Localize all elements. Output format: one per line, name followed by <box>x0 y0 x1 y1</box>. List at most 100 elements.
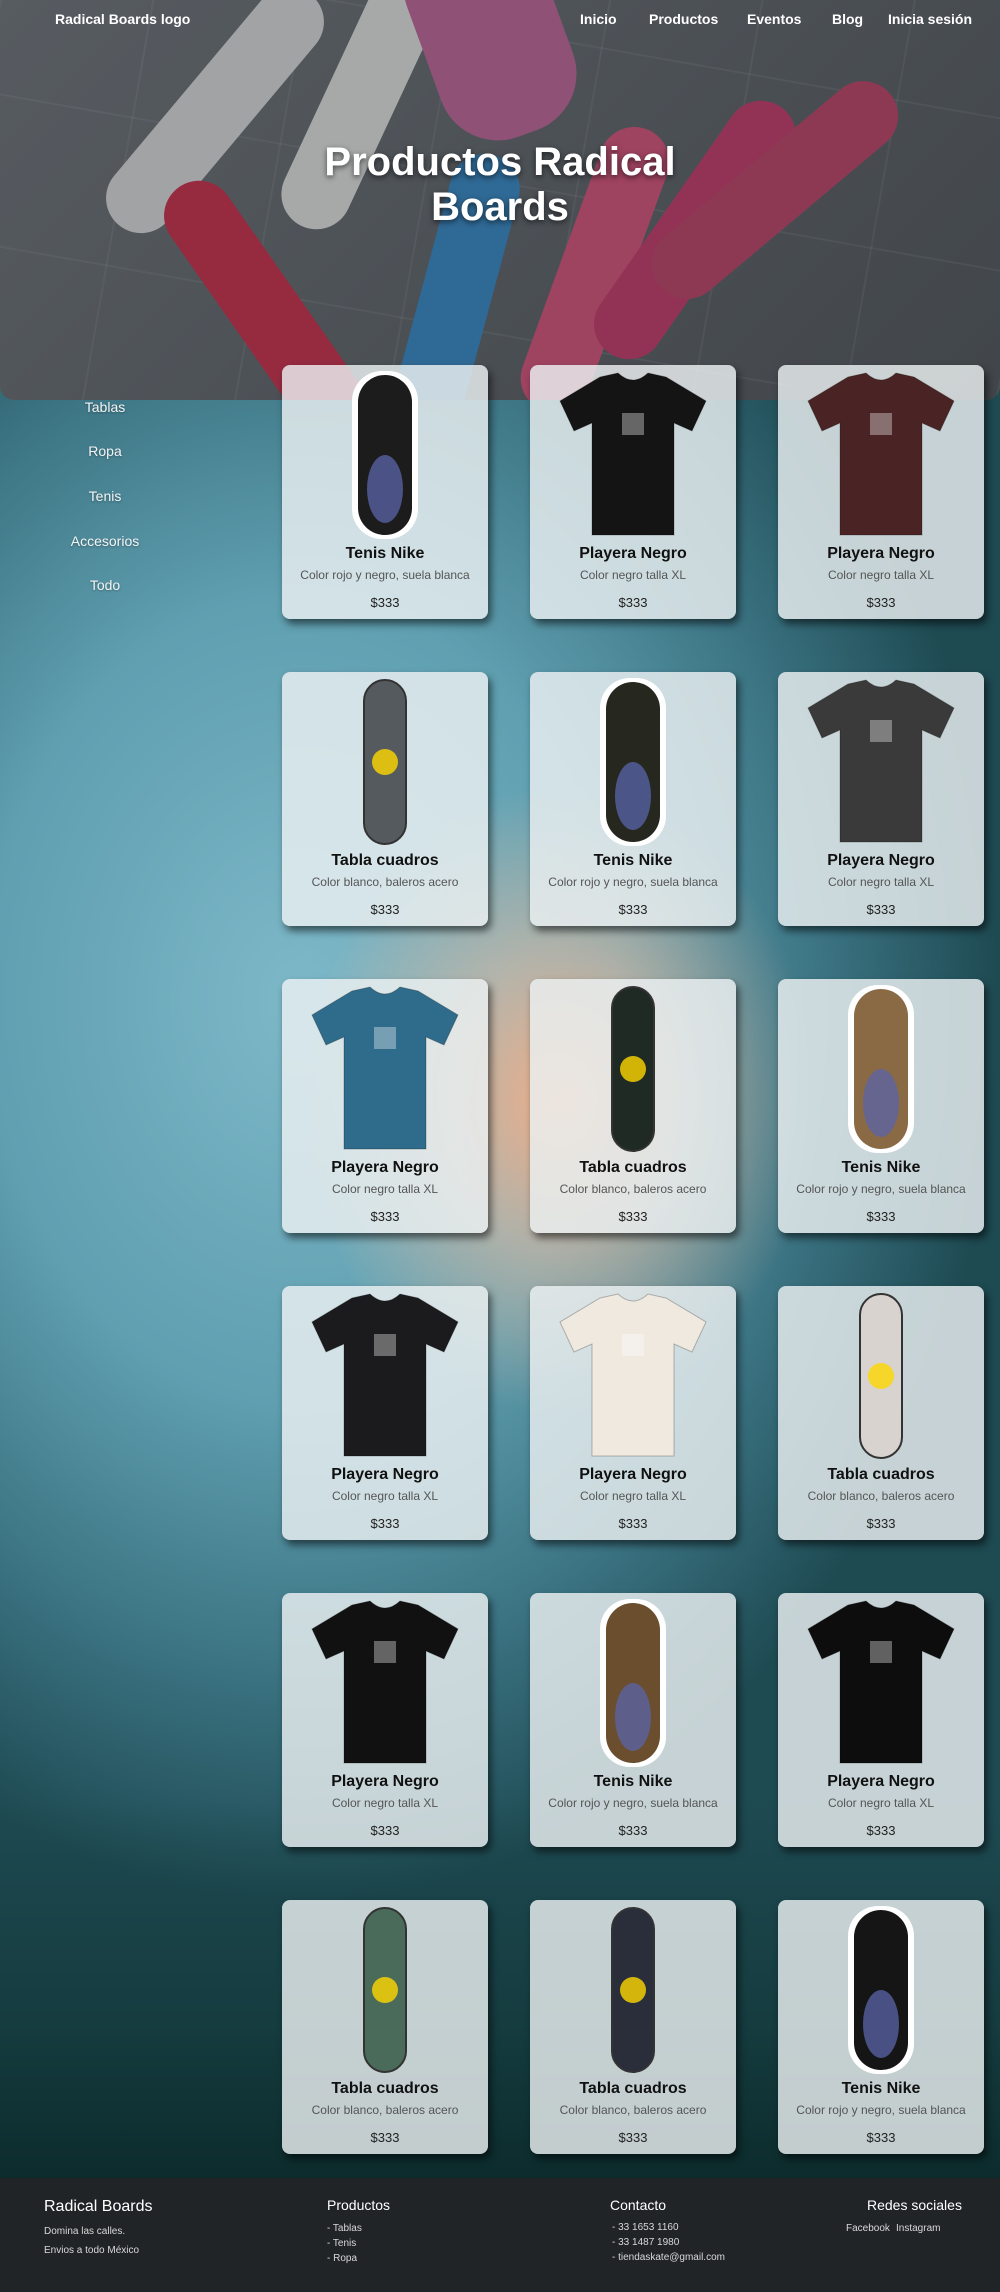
product-price: $333 <box>370 1516 400 1531</box>
product-description: Color negro talla XL <box>331 1489 439 1503</box>
footer-link-tenis[interactable]: - Tenis <box>327 2238 356 2249</box>
product-card[interactable]: Tenis Nike Color rojo y negro, suela blan… <box>778 1900 984 2154</box>
product-description: Color negro talla XL <box>827 875 935 889</box>
product-title: Tabla cuadros <box>579 1159 687 1176</box>
footer: Radical Boards Domina las calles. Envios… <box>0 2178 1000 2292</box>
product-description: Color rojo y negro, suela blanca <box>796 1182 966 1196</box>
product-image[interactable] <box>778 1597 984 1769</box>
product-card[interactable]: Tenis Nike Color rojo y negro, suela blan… <box>530 672 736 926</box>
product-image[interactable] <box>282 1904 488 2076</box>
product-description: Color blanco, baleros acero <box>807 1489 955 1503</box>
product-card[interactable]: Tabla cuadros Color blanco, baleros acero… <box>530 1900 736 2154</box>
product-price: $333 <box>866 1209 896 1224</box>
product-image[interactable] <box>282 676 488 848</box>
footer-shipping: Envios a todo México <box>44 2245 140 2256</box>
product-image[interactable] <box>530 369 736 541</box>
product-image[interactable] <box>530 1290 736 1462</box>
product-title: Playera Negro <box>827 545 935 562</box>
sidebar-item-accesorios[interactable]: Accesorios <box>0 533 210 549</box>
product-price: $333 <box>866 1823 896 1838</box>
product-card[interactable]: Tabla cuadros Color blanco, baleros acero… <box>778 1286 984 1540</box>
footer-phone-1: - 33 1653 1160 <box>612 2222 679 2233</box>
nav-eventos[interactable]: Eventos <box>747 11 801 27</box>
product-title: Tabla cuadros <box>331 2080 439 2097</box>
product-card[interactable]: Tabla cuadros Color blanco, baleros acero… <box>530 979 736 1233</box>
nav-inicio[interactable]: Inicio <box>580 11 617 27</box>
product-title: Playera Negro <box>579 545 687 562</box>
product-price: $333 <box>866 2130 896 2145</box>
product-title: Playera Negro <box>331 1773 439 1790</box>
sidebar-item-todo[interactable]: Todo <box>0 577 210 593</box>
product-title: Tenis Nike <box>345 545 425 562</box>
product-price: $333 <box>618 902 648 917</box>
instagram-link[interactable]: Instagram <box>896 2223 940 2234</box>
product-image[interactable] <box>778 369 984 541</box>
product-image[interactable] <box>530 1597 736 1769</box>
nav-login[interactable]: Inicia sesión <box>888 11 972 27</box>
product-title: Tabla cuadros <box>827 1466 935 1483</box>
product-price: $333 <box>618 595 648 610</box>
product-price: $333 <box>370 1823 400 1838</box>
product-price: $333 <box>370 1209 400 1224</box>
product-description: Color blanco, baleros acero <box>311 2103 459 2117</box>
footer-phone-2: - 33 1487 1980 <box>612 2237 680 2248</box>
product-description: Color rojo y negro, suela blanca <box>548 1796 718 1810</box>
page-title: Productos Radical Boards <box>324 140 676 229</box>
product-image[interactable] <box>530 983 736 1155</box>
product-card[interactable]: Playera Negro Color negro talla XL $333 <box>282 1593 488 1847</box>
product-price: $333 <box>370 902 400 917</box>
facebook-link[interactable]: Facebook <box>846 2223 890 2234</box>
product-image[interactable] <box>282 1290 488 1462</box>
product-title: Playera Negro <box>827 852 935 869</box>
product-description: Color rojo y negro, suela blanca <box>300 568 470 582</box>
product-image[interactable] <box>282 983 488 1155</box>
product-image[interactable] <box>778 983 984 1155</box>
footer-products-title: Productos <box>327 2197 391 2213</box>
product-title: Tenis Nike <box>593 852 673 869</box>
product-card[interactable]: Tenis Nike Color rojo y negro, suela blan… <box>778 979 984 1233</box>
product-card[interactable]: Playera Negro Color negro talla XL $333 <box>282 1286 488 1540</box>
footer-social-title: Redes sociales <box>867 2197 962 2213</box>
nav-blog[interactable]: Blog <box>832 11 863 27</box>
product-card[interactable]: Playera Negro Color negro talla XL $333 <box>530 365 736 619</box>
footer-brand: Radical Boards <box>44 2198 153 2215</box>
product-description: Color negro talla XL <box>331 1182 439 1196</box>
product-card[interactable]: Playera Negro Color negro talla XL $333 <box>778 1593 984 1847</box>
product-image[interactable] <box>282 369 488 541</box>
footer-email[interactable]: - tiendaskate@gmail.com <box>612 2252 725 2263</box>
product-price: $333 <box>370 595 400 610</box>
product-card[interactable]: Tenis Nike Color rojo y negro, suela blan… <box>282 365 488 619</box>
main-nav: Inicio Productos Eventos Blog Inicia ses… <box>0 11 1000 31</box>
product-title: Playera Negro <box>331 1159 439 1176</box>
product-price: $333 <box>618 2130 648 2145</box>
sidebar-item-tablas[interactable]: Tablas <box>0 399 210 415</box>
product-title: Tabla cuadros <box>579 2080 687 2097</box>
product-image[interactable] <box>778 1904 984 2076</box>
product-card[interactable]: Playera Negro Color negro talla XL $333 <box>778 672 984 926</box>
product-description: Color negro talla XL <box>579 568 687 582</box>
product-title: Playera Negro <box>827 1773 935 1790</box>
product-title: Tenis Nike <box>841 1159 921 1176</box>
product-image[interactable] <box>778 1290 984 1462</box>
product-card[interactable]: Playera Negro Color negro talla XL $333 <box>282 979 488 1233</box>
product-card[interactable]: Tabla cuadros Color blanco, baleros acero… <box>282 1900 488 2154</box>
sidebar-item-tenis[interactable]: Tenis <box>0 488 210 504</box>
product-description: Color blanco, baleros acero <box>559 2103 707 2117</box>
nav-productos[interactable]: Productos <box>649 11 718 27</box>
sidebar-item-ropa[interactable]: Ropa <box>0 443 210 459</box>
product-card[interactable]: Tenis Nike Color rojo y negro, suela blan… <box>530 1593 736 1847</box>
product-title: Tenis Nike <box>593 1773 673 1790</box>
product-description: Color negro talla XL <box>827 1796 935 1810</box>
product-image[interactable] <box>778 676 984 848</box>
product-card[interactable]: Playera Negro Color negro talla XL $333 <box>530 1286 736 1540</box>
product-card[interactable]: Tabla cuadros Color blanco, baleros acero… <box>282 672 488 926</box>
footer-link-tablas[interactable]: - Tablas <box>327 2223 362 2234</box>
product-card[interactable]: Playera Negro Color negro talla XL $333 <box>778 365 984 619</box>
product-image[interactable] <box>530 1904 736 2076</box>
product-description: Color blanco, baleros acero <box>559 1182 707 1196</box>
footer-link-ropa[interactable]: - Ropa <box>327 2253 357 2264</box>
product-image[interactable] <box>282 1597 488 1769</box>
product-description: Color negro talla XL <box>827 568 935 582</box>
product-description: Color negro talla XL <box>331 1796 439 1810</box>
product-image[interactable] <box>530 676 736 848</box>
